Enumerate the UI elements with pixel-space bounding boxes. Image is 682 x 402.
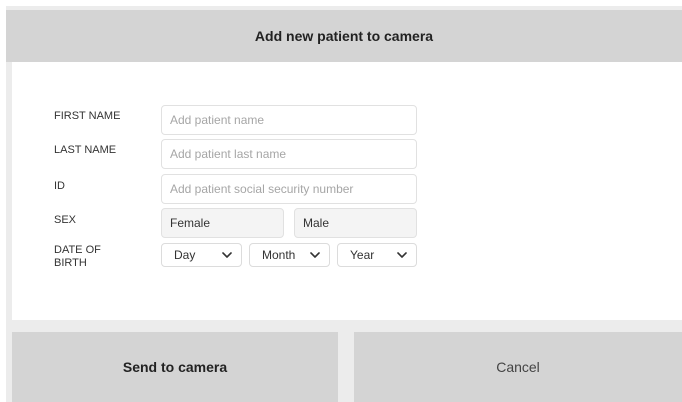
chevron-down-icon [310,252,320,258]
last-name-label: LAST NAME [54,144,117,156]
last-name-field[interactable] [161,139,417,169]
cancel-button[interactable]: Cancel [354,332,682,402]
sex-option-female[interactable]: Female [161,208,284,238]
last-name-input[interactable] [170,140,416,168]
dob-year-value: Year [350,248,375,262]
dob-label: DATE OF BIRTH [54,244,101,270]
patient-form: FIRST NAME LAST NAME ID SEX Female Male … [12,62,682,320]
sex-label: SEX [54,214,77,226]
dob-year-select[interactable]: Year [337,243,417,267]
dob-label-line2: BIRTH [54,257,87,269]
dialog-title: Add new patient to camera [254,28,434,44]
dob-day-value: Day [174,248,196,262]
id-input[interactable] [170,175,416,203]
dob-month-value: Month [262,248,296,262]
first-name-input[interactable] [170,106,416,134]
dob-month-select[interactable]: Month [249,243,330,267]
chevron-down-icon [397,252,407,258]
id-label: ID [54,180,65,192]
id-field[interactable] [161,174,417,204]
first-name-label: FIRST NAME [54,110,121,122]
first-name-field[interactable] [161,105,417,135]
chevron-down-icon [222,252,232,258]
dob-day-select[interactable]: Day [161,243,242,267]
send-to-camera-button[interactable]: Send to camera [12,332,338,402]
dialog-header: Add new patient to camera [6,10,682,62]
sex-option-male[interactable]: Male [294,208,417,238]
dob-label-line1: DATE OF [54,244,101,256]
